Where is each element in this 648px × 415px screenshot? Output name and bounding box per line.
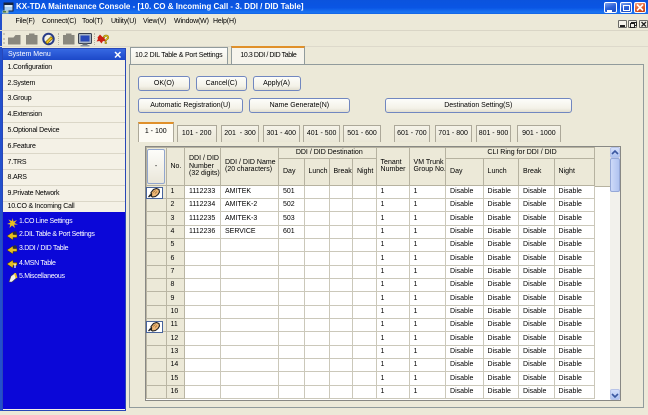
svg-text:?: ?: [103, 35, 110, 47]
